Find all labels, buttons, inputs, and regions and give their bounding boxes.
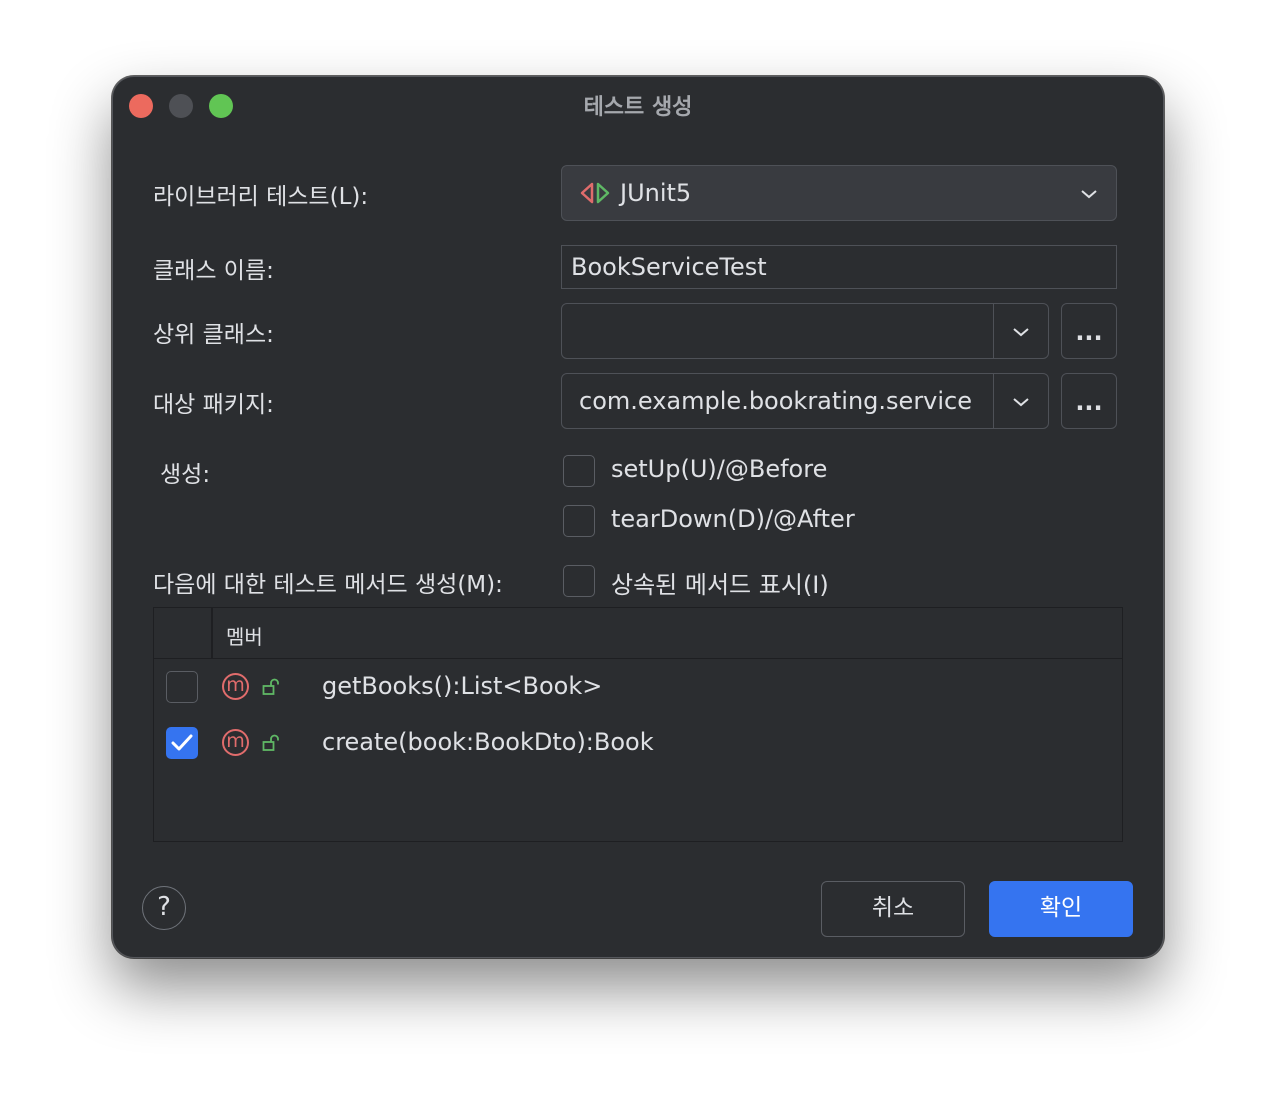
- member-column-header[interactable]: 멤버: [226, 621, 263, 650]
- class-name-value: BookServiceTest: [571, 253, 767, 281]
- checkmark-icon: [171, 734, 193, 751]
- superclass-combo[interactable]: [561, 303, 1049, 359]
- teardown-label[interactable]: tearDown(D)/@After: [611, 505, 855, 533]
- help-button[interactable]: ?: [142, 886, 186, 930]
- method-icon: m: [222, 729, 249, 756]
- method-icon: m: [222, 673, 249, 700]
- ok-button[interactable]: 확인: [989, 881, 1133, 937]
- member-signature: getBooks():List<Book>: [322, 672, 603, 700]
- show-inherited-label[interactable]: 상속된 메서드 표시(I): [611, 565, 829, 600]
- members-table: 멤버 m getBooks():List<Book> m create(book: [153, 607, 1123, 842]
- superclass-label: 상위 클래스:: [153, 322, 274, 348]
- member-checkbox[interactable]: [166, 671, 198, 703]
- chevron-down-icon[interactable]: [1012, 397, 1030, 407]
- create-test-dialog: 테스트 생성 라이브러리 테스트(L): JUnit5 클래스 이름: Book…: [112, 76, 1164, 958]
- dialog-title: 테스트 생성: [583, 95, 693, 120]
- table-row[interactable]: m getBooks():List<Book>: [154, 659, 1122, 715]
- setup-label[interactable]: setUp(U)/@Before: [611, 455, 827, 483]
- junit-icon: [580, 182, 610, 204]
- chevron-down-icon: [1081, 190, 1097, 199]
- class-name-label: 클래스 이름:: [153, 258, 274, 284]
- package-value: com.example.bookrating.service: [579, 387, 973, 415]
- class-name-field[interactable]: BookServiceTest: [561, 245, 1117, 289]
- show-inherited-checkbox[interactable]: [563, 565, 595, 597]
- chevron-down-icon[interactable]: [1012, 327, 1030, 337]
- library-label: 라이브러리 테스트(L):: [153, 184, 369, 210]
- table-header: 멤버: [154, 608, 1122, 659]
- superclass-browse-button[interactable]: ...: [1061, 303, 1117, 359]
- package-label: 대상 패키지:: [153, 392, 274, 418]
- package-combo[interactable]: com.example.bookrating.service: [561, 373, 1049, 429]
- public-lock-icon: [262, 734, 279, 751]
- member-signature: create(book:BookDto):Book: [322, 728, 654, 756]
- library-value: JUnit5: [620, 179, 692, 207]
- table-row[interactable]: m create(book:BookDto):Book: [154, 715, 1122, 771]
- cancel-button[interactable]: 취소: [821, 881, 965, 937]
- member-checkbox[interactable]: [166, 727, 198, 759]
- methods-label: 다음에 대한 테스트 메서드 생성(M):: [153, 572, 503, 598]
- generate-label: 생성:: [160, 462, 211, 488]
- teardown-checkbox[interactable]: [563, 505, 595, 537]
- public-lock-icon: [262, 678, 279, 695]
- package-browse-button[interactable]: ...: [1061, 373, 1117, 429]
- library-select[interactable]: JUnit5: [561, 165, 1117, 221]
- setup-checkbox[interactable]: [563, 455, 595, 487]
